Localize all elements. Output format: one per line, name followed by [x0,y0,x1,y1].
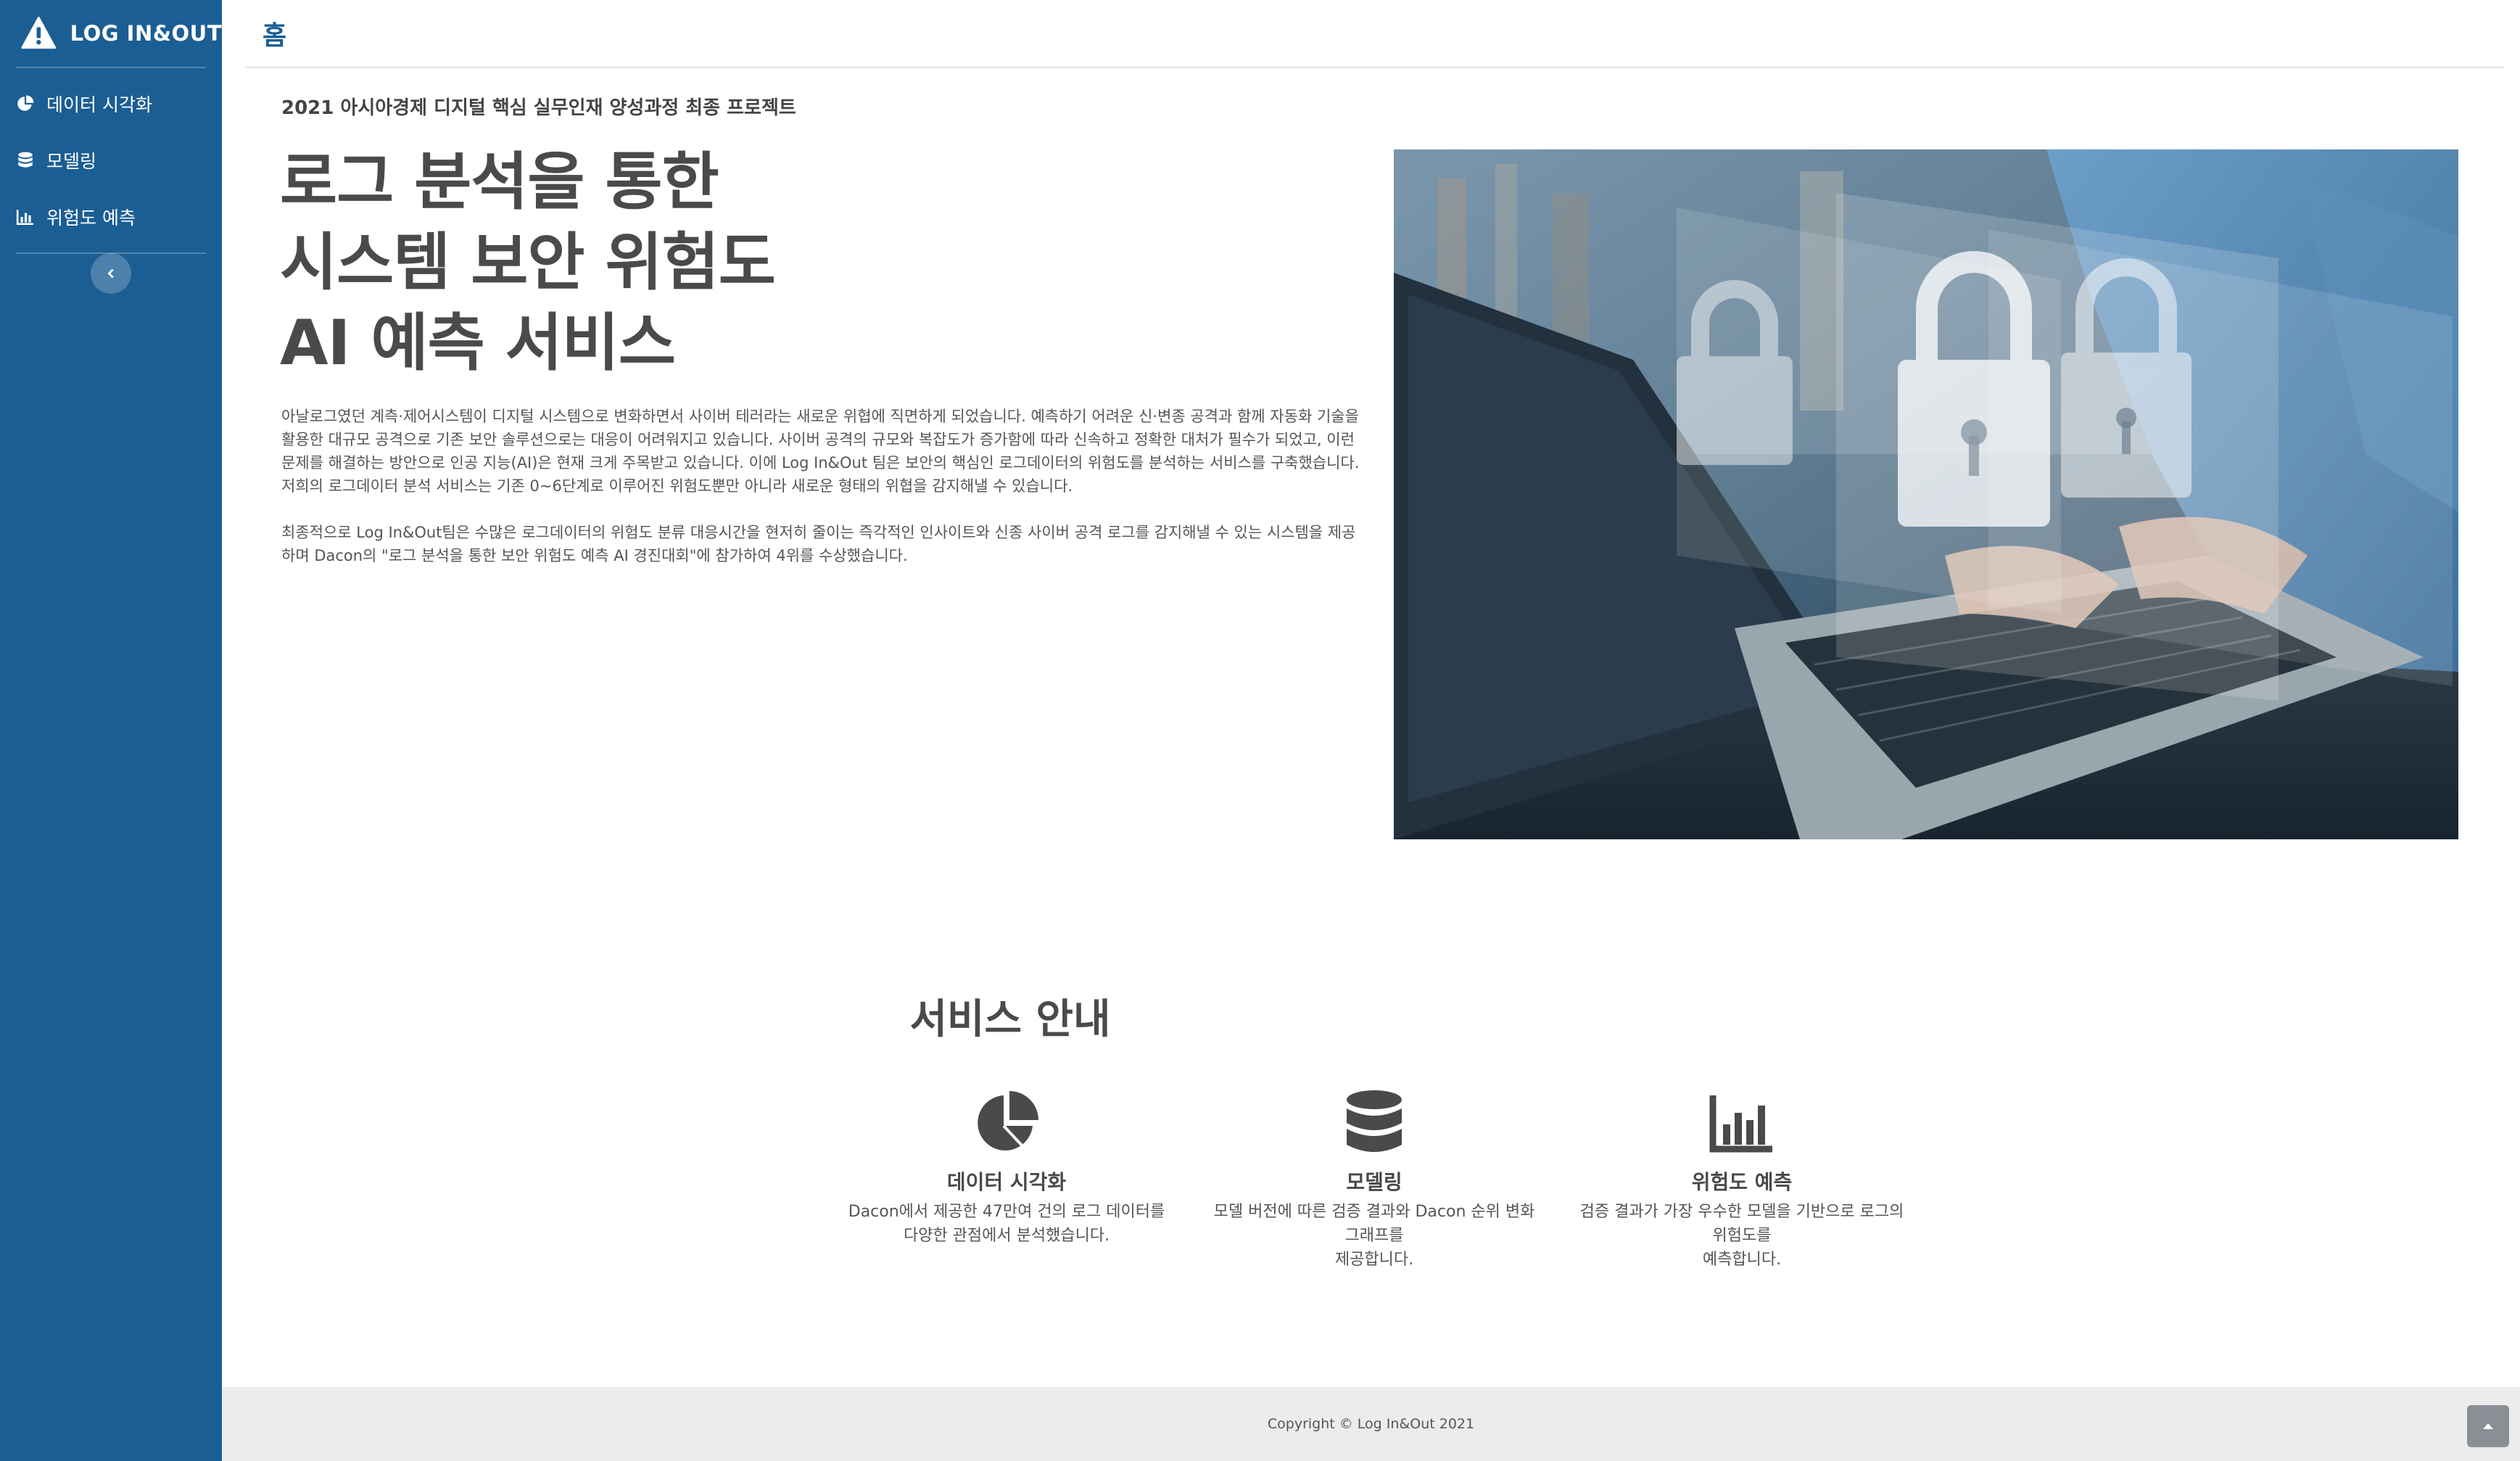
headline-line: 시스템 보안 위험도 [280,226,776,299]
service-description-line: 위험도를 [1712,1227,1772,1245]
service-description: Dacon에서 제공한 47만여 건의 로그 데이터를 다양한 관점에서 분석했… [840,1200,1173,1248]
award-paragraph: 최종적으로 Log In&Out팀은 수많은 로그데이터의 위험도 분류 대응시… [281,524,1356,564]
sidebar-item-label: 데이터 시각화 [46,94,152,115]
sidebar-item-label: 모델링 [46,151,97,172]
chevron-left-icon [107,268,114,279]
service-card-risk-prediction: 위험도 예측 검증 결과가 가장 우수한 모델을 기반으로 로그의 위험도를 예… [1575,1088,1909,1272]
intro-paragraph: 아날로그였던 계측·제어시스템이 디지털 시스템으로 변화하면서 사이버 테러라… [281,408,1360,495]
service-description-line: 다양한 관점에서 분석했습니다. [903,1227,1110,1245]
brand[interactable]: LOG IN&OUT [0,0,222,67]
copyright-text: Copyright © Log In&Out 2021 [1267,1416,1475,1432]
service-card-modeling: 모델링 모델 버전에 따른 검증 결과와 Dacon 순위 변화 그래프를 제공… [1207,1088,1541,1272]
service-name: 모델링 [1346,1170,1402,1194]
service-description-line: 예측합니다. [1702,1251,1782,1269]
headline-line: 로그 분석을 통한 [280,146,719,218]
scroll-to-top-button[interactable] [2467,1405,2509,1447]
sidebar: LOG IN&OUT 데이터 시각화 모델링 위험도 예측 [0,0,222,1461]
service-card-data-visualization: 데이터 시각화 Dacon에서 제공한 47만여 건의 로그 데이터를 다양한 … [840,1088,1173,1248]
service-description-line: 검증 결과가 가장 우수한 모델을 기반으로 로그의 [1579,1203,1904,1221]
brand-name: LOG IN&OUT [70,21,222,46]
service-description-line: 그래프를 [1344,1227,1404,1245]
hero-headline: 로그 분석을 통한 시스템 보안 위험도 AI 예측 서비스 [280,142,831,384]
pie-chart-icon [978,1091,1038,1151]
headline-line: AI 예측 서비스 [280,307,676,379]
service-name: 데이터 시각화 [946,1170,1067,1194]
service-name: 위험도 예측 [1691,1170,1793,1194]
top-header: 홈 [245,0,2504,68]
hero-security-image [1394,149,2458,839]
warning-logo-icon [21,17,57,49]
sidebar-item-modeling[interactable]: 모델링 [0,132,222,189]
project-subtitle: 2021 아시아경제 디지털 핵심 실무인재 양성과정 최종 프로젝트 [281,97,796,119]
database-icon [1347,1090,1402,1152]
service-description: 모델 버전에 따른 검증 결과와 Dacon 순위 변화 그래프를 제공합니다. [1207,1200,1541,1272]
bar-chart-icon [1709,1095,1772,1153]
database-icon [18,152,33,168]
service-description-line: Dacon에서 제공한 47만여 건의 로그 데이터를 [848,1203,1165,1221]
service-description-line: 모델 버전에 따른 검증 결과와 Dacon 순위 변화 [1213,1203,1535,1221]
sidebar-item-label: 위험도 예측 [46,207,136,229]
service-description-line: 제공합니다. [1334,1251,1414,1269]
sidebar-item-risk-prediction[interactable]: 위험도 예측 [0,189,222,245]
chevron-up-icon [2483,1423,2493,1429]
sidebar-toggle-button[interactable] [91,253,131,294]
page-title: 홈 [263,21,287,51]
bar-chart-icon [16,210,33,226]
sidebar-item-data-visualization[interactable]: 데이터 시각화 [0,75,222,132]
sidebar-nav: 데이터 시각화 모델링 위험도 예측 [0,68,222,252]
service-description: 검증 결과가 가장 우수한 모델을 기반으로 로그의 위험도를 예측합니다. [1575,1200,1909,1272]
footer: Copyright © Log In&Out 2021 [222,1387,2520,1461]
pie-chart-icon [17,95,34,111]
services-title: 서비스 안내 [909,996,1111,1043]
